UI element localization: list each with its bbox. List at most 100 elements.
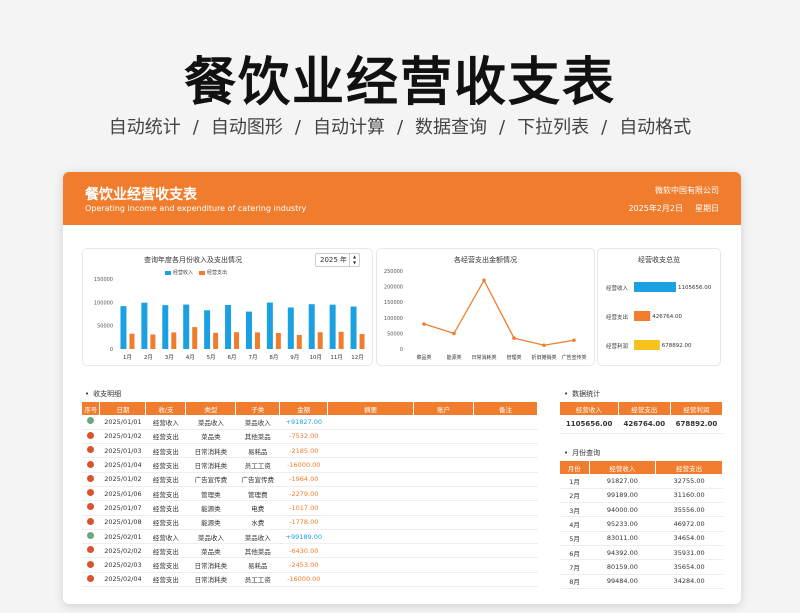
income-bar (329, 304, 336, 349)
monthly-header-cell: 月份 (560, 461, 590, 474)
cell-type: 管理类 (185, 486, 236, 502)
row-status (82, 472, 100, 487)
table-row[interactable]: 2025/01/06 经营支出 管理类 管理费 -2279.00 (82, 486, 538, 502)
cell-date: 2025/02/03 (99, 557, 146, 573)
overview-bar-chart: 经营收入 1105656.00 经营支出 426764.00 经营利润 678892.00 (606, 282, 712, 350)
line-point (572, 338, 576, 343)
table-row[interactable]: 2025/02/02 经营支出 菜品类 其他菜品 -6430.00 (82, 543, 538, 559)
table-row[interactable]: 8月 99484.00 34284.00 (560, 574, 723, 589)
cell-empty (413, 557, 474, 573)
overview-panel: 经营收支总览 经营收入 1105656.00 经营支出 426764.00 经营利润 67… (597, 248, 721, 366)
cell-empty (473, 557, 538, 573)
y-tick-label: 0 (110, 347, 113, 353)
monthly-cell: 1月 (560, 474, 590, 489)
x-tick-label: 6月 (228, 354, 237, 361)
table-row[interactable]: 2025/01/04 经营支出 日常消耗类 员工工资 -16000.00 (82, 457, 538, 473)
income-bar (204, 310, 211, 349)
expense-bar (317, 332, 323, 349)
expense-bar (338, 331, 344, 349)
status-dot-icon (87, 489, 95, 497)
x-tick-label: 5月 (207, 354, 216, 361)
table-row[interactable]: 2025/01/03 经营支出 日常消耗类 易耗品 -2185.00 (82, 443, 538, 459)
detail-header-cell: 子类 (235, 402, 281, 415)
cell-date: 2025/01/06 (99, 486, 146, 502)
x-tick-label: 菜品类 (416, 354, 431, 361)
cell-type: 菜品类 (185, 543, 236, 559)
cell-sub: 管理费 (235, 486, 280, 502)
detail-header-cell: 日期 (99, 402, 147, 415)
cell-type: 能源类 (185, 500, 236, 516)
cell-empty (413, 457, 474, 473)
table-row[interactable]: 2025/02/04 经营支出 日常消耗类 员工工资 -16000.00 (82, 572, 538, 588)
detail-header-cell: 账户 (413, 402, 475, 415)
bar-value-label: 1105656.00 (678, 285, 712, 291)
cell-sub: 水费 (235, 515, 280, 530)
status-dot-icon (87, 446, 95, 454)
x-tick-label: 1月 (123, 354, 132, 361)
monthly-cell: 5月 (560, 531, 590, 546)
cell-io: 经营支出 (145, 515, 186, 530)
expense-line-panel: 各经营支出金额情况 0 50000 100000 150000 200000 250000… (376, 248, 595, 366)
cell-amount: -2185.00 (279, 443, 328, 459)
table-row[interactable]: 4月 95233.00 46972.00 (560, 516, 723, 532)
cell-amount: -6430.00 (279, 543, 328, 559)
stats-value: 426764.00 (618, 415, 671, 434)
table-row[interactable]: 2月 99189.00 31160.00 (560, 488, 723, 504)
monthly-cell: 2月 (560, 488, 590, 504)
status-dot-icon (87, 474, 95, 482)
bar-value-label: 426764.00 (652, 314, 682, 320)
monthly-cell: 34284.00 (655, 574, 723, 589)
row-status (82, 443, 100, 459)
table-row[interactable]: 2025/02/01 经营收入 菜品收入 菜品收入 +99189.00 (82, 529, 538, 545)
cell-type: 日常消耗类 (185, 443, 236, 459)
sheet-header: 餐饮业经营收支表 Operating income and expenditur… (63, 172, 741, 225)
monthly-cell: 4月 (560, 516, 590, 532)
y-tick-label: 100000 (384, 316, 403, 322)
cell-sub: 员工工资 (235, 457, 280, 473)
expense-bar (129, 333, 135, 349)
monthly-cell: 8月 (560, 574, 590, 589)
table-row[interactable]: 2025/01/08 经营支出 能源类 水费 -1778.00 (82, 515, 538, 530)
table-row[interactable]: 2025/02/03 经营支出 日常消耗类 易耗品 -2453.00 (82, 557, 538, 573)
stats-label: 数据统计 (564, 389, 600, 399)
detail-header-cell: 收/支 (145, 402, 187, 415)
overview-bar (634, 311, 651, 321)
cell-type: 菜品类 (185, 429, 236, 445)
table-row[interactable]: 6月 94392.00 35931.00 (560, 545, 723, 561)
feature-separator: / (192, 117, 199, 138)
table-row[interactable]: 2025/01/02 经营支出 广告宣传费 广告宣传费 -1964.00 (82, 472, 538, 487)
line-point (512, 336, 516, 340)
monthly-cell: 80159.00 (589, 559, 656, 575)
table-row[interactable]: 2025/01/07 经营支出 能源类 电费 -1017.00 (82, 500, 538, 516)
table-row[interactable]: 3月 94000.00 35556.00 (560, 502, 723, 518)
cell-date: 2025/01/01 (99, 415, 146, 430)
table-row[interactable]: 1月 91827.00 32755.00 (560, 474, 723, 489)
cell-empty (327, 572, 414, 588)
table-row[interactable]: 2025/01/01 经营收入 菜品收入 菜品收入 +91827.00 (82, 415, 538, 430)
status-dot-icon (87, 560, 95, 568)
cell-empty (327, 457, 414, 473)
cell-io: 经营支出 (145, 429, 186, 445)
table-row[interactable]: 5月 83011.00 34654.00 (560, 531, 723, 546)
expense-bar (359, 334, 365, 349)
cell-sub: 电费 (235, 500, 280, 516)
cell-amount: -16000.00 (279, 457, 328, 473)
feature-item: 自动统计 (108, 117, 181, 138)
stats-value: 678892.00 (670, 415, 723, 434)
feature-separator: / (601, 117, 608, 138)
feature-item: 数据查询 (415, 117, 488, 138)
row-status (82, 500, 100, 516)
table-row[interactable]: 7月 80159.00 35654.00 (560, 559, 723, 575)
monthly-cell: 35931.00 (655, 545, 723, 561)
cell-empty (327, 515, 414, 530)
cell-date: 2025/01/07 (99, 500, 146, 516)
monthly-cell: 35556.00 (655, 502, 723, 518)
spreadsheet-card: 餐饮业经营收支表 Operating income and expenditur… (63, 172, 741, 604)
expense-bar (171, 332, 177, 349)
bar-value-label: 678892.00 (662, 343, 692, 349)
cell-date: 2025/01/03 (99, 443, 146, 459)
category-label: 经营收入 (606, 284, 629, 292)
income-bar (287, 307, 294, 349)
status-dot-icon (87, 417, 95, 425)
table-row[interactable]: 2025/01/02 经营支出 菜品类 其他菜品 -7532.00 (82, 429, 538, 445)
